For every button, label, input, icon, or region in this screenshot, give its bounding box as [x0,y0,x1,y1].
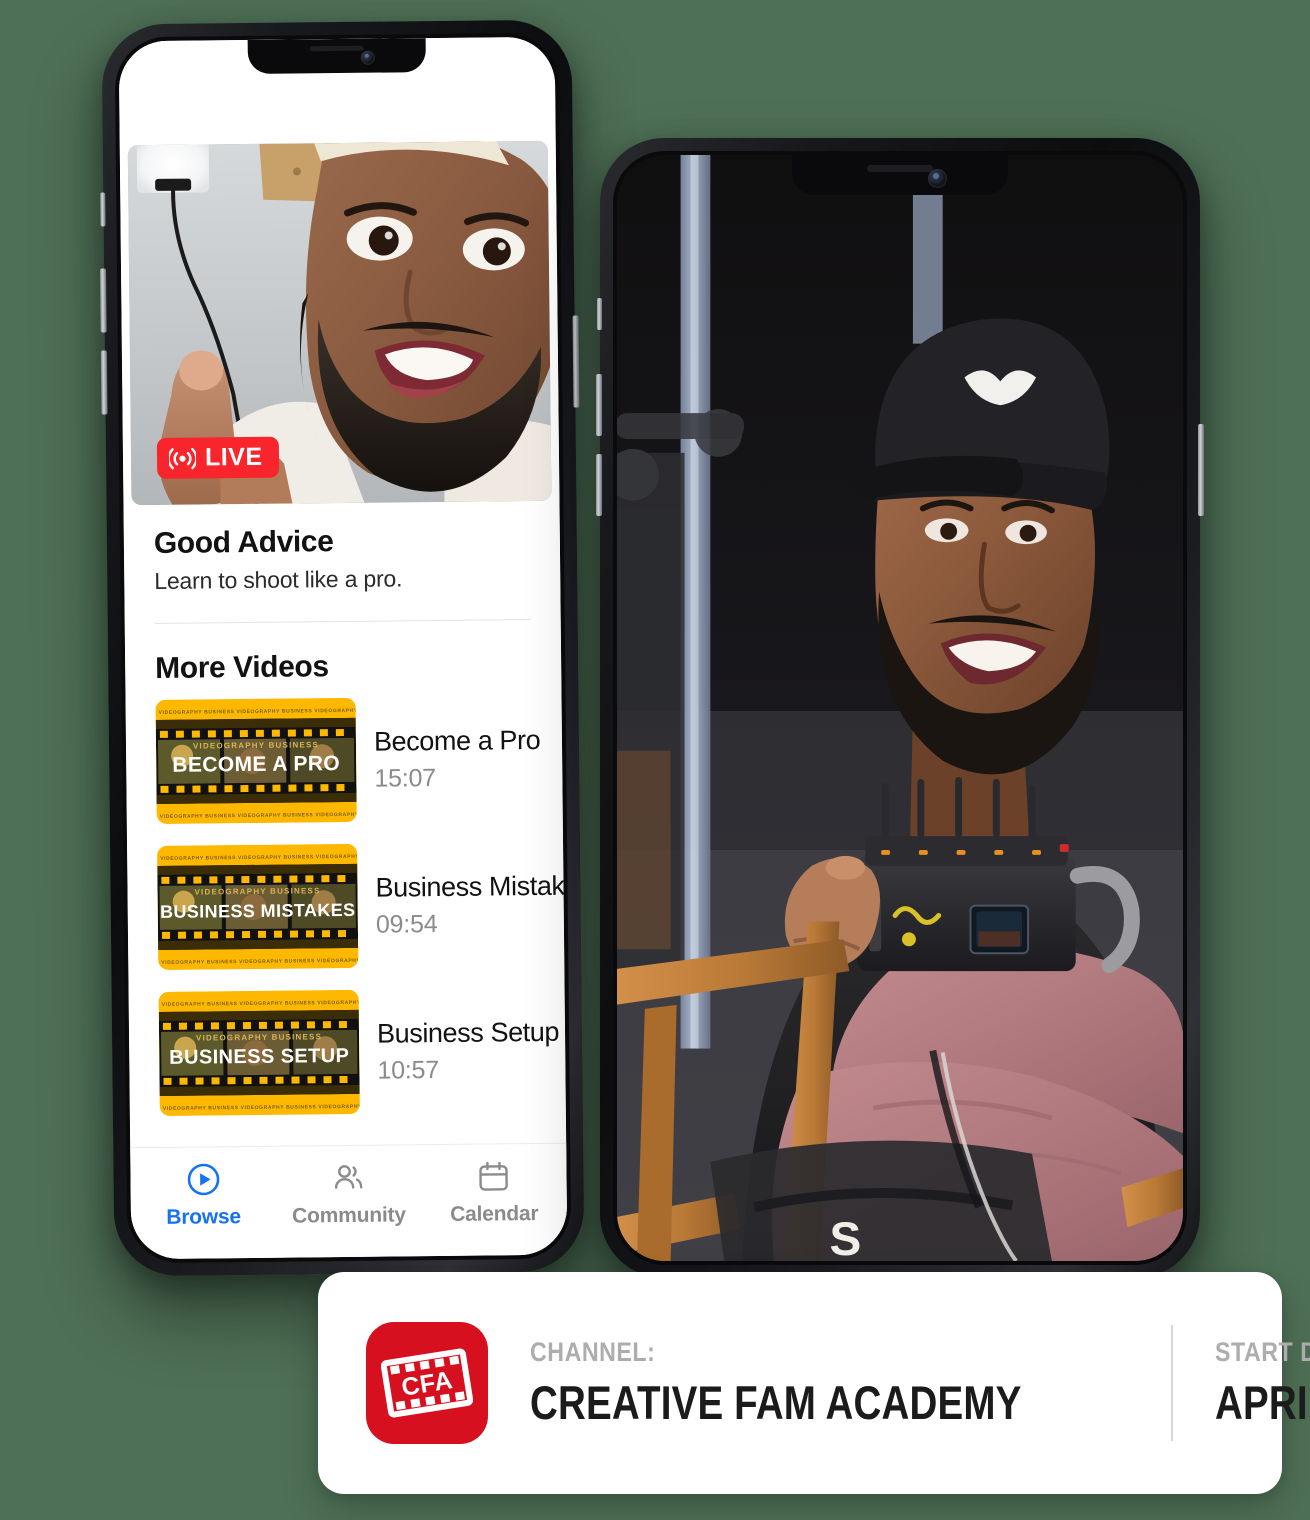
channel-info-card: CFA CHANNEL: CREATIVE FAM ACADEMY START … [318,1272,1310,1494]
fullscreen-video-photo[interactable]: S [617,155,1183,1261]
list-item[interactable]: VIDEOGRAPHY BUSINESS VIDEOGRAPHY BUSINES… [155,696,563,824]
thumb-1-title: BECOME A PRO [172,752,340,777]
list-item[interactable]: VIDEOGRAPHY BUSINESS VIDEOGRAPHY BUSINES… [157,842,568,970]
phone-notch-front [792,155,1008,195]
people-icon [334,1165,363,1189]
more-videos-heading: More Videos [155,650,329,685]
svg-text:VIDEOGRAPHY BUSINESS: VIDEOGRAPHY BUSINESS [196,1032,322,1042]
power-button[interactable] [572,315,580,408]
video-thumbnail[interactable]: VIDEOGRAPHY BUSINESS VIDEOGRAPHY BUSINES… [157,843,359,970]
svg-text:VIDEOGRAPHY BUSINESS: VIDEOGRAPHY BUSINESS [194,886,320,896]
phone-mockup-front: S [596,138,1204,1278]
volume-down-button[interactable] [596,454,602,516]
list-item-title: Become a Pro [373,724,541,757]
film-strip-thumbnail-3: VIDEOGRAPHY BUSINESS VIDEOGRAPHY BUSINES… [158,989,360,1116]
earpiece-speaker-icon [309,45,364,52]
volume-up-button[interactable] [100,268,107,333]
cfa-film-icon: CFA [381,1348,473,1418]
phone-mockup-back: LIVE Good Advice Learn to shoot like a p… [100,19,585,1277]
volume-down-button[interactable] [100,350,108,415]
list-item-title: Business Mistakes [375,869,568,903]
phone-notch-back [247,38,426,74]
thumb-3-title: BUSINESS SETUP [169,1045,349,1069]
channel-field: CHANNEL: CREATIVE FAM ACADEMY [530,1337,1129,1430]
phone-bezel-back: LIVE Good Advice Learn to shoot like a p… [114,32,572,1264]
mute-switch[interactable] [597,298,602,330]
tab-calendar[interactable]: Calendar [421,1158,567,1228]
list-item-duration: 10:57 [377,1055,440,1085]
broadcast-icon [168,447,197,469]
bottom-tab-bar: Browse Community Calendar [130,1142,568,1260]
front-camera-icon [360,50,375,65]
phone-bezel-front: S [613,151,1187,1265]
start-date-label: START DATE: [1215,1336,1310,1367]
list-item-meta: Become a Pro 15:07 [374,724,541,793]
phone-screen-front: S [617,155,1183,1261]
app-browse-screen: LIVE Good Advice Learn to shoot like a p… [118,36,568,1260]
cfa-app-icon: CFA [366,1322,488,1444]
list-item-title: Business Setup [376,1016,560,1049]
film-strip-thumbnail-2: VIDEOGRAPHY BUSINESS VIDEOGRAPHY BUSINES… [157,843,359,970]
start-date-value: APRIL 7, 2022 [1215,1375,1310,1429]
featured-video-title: Good Advice [153,525,334,560]
list-item-duration: 15:07 [374,763,437,793]
list-item-duration: 09:54 [375,909,438,939]
channel-value: CREATIVE FAM ACADEMY [530,1375,1022,1429]
svg-text:S: S [830,1213,864,1261]
featured-video-meta: Good Advice Learn to shoot like a pro. [123,501,560,625]
calendar-icon [479,1161,509,1191]
list-item[interactable]: VIDEOGRAPHY BUSINESS VIDEOGRAPHY BUSINES… [158,988,566,1116]
videographer-photo: S [617,155,1183,1261]
scene: LIVE Good Advice Learn to shoot like a p… [0,0,1310,1520]
tab-browse-label: Browse [166,1205,242,1229]
tab-community-label: Community [291,1203,406,1228]
volume-up-button[interactable] [596,374,602,436]
earpiece-speaker-icon [867,165,933,172]
start-date-field: START DATE: APRIL 7, 2022 [1215,1337,1310,1430]
tab-community[interactable]: Community [276,1159,422,1229]
mute-switch[interactable] [100,192,106,227]
live-badge: LIVE [156,436,279,479]
thumb-2-title: BUSINESS MISTAKES [160,900,356,922]
channel-label: CHANNEL: [530,1336,656,1367]
power-button[interactable] [1198,424,1204,516]
tab-calendar-label: Calendar [450,1201,539,1226]
phone-screen-back: LIVE Good Advice Learn to shoot like a p… [118,36,568,1260]
svg-text:VIDEOGRAPHY BUSINESS: VIDEOGRAPHY BUSINESS [193,740,319,750]
list-item-meta: Business Mistakes 09:54 [375,869,568,939]
card-divider [1171,1325,1174,1441]
live-badge-label: LIVE [204,442,263,472]
video-thumbnail[interactable]: VIDEOGRAPHY BUSINESS VIDEOGRAPHY BUSINES… [158,989,360,1116]
video-thumbnail[interactable]: VIDEOGRAPHY BUSINESS VIDEOGRAPHY BUSINES… [155,697,357,824]
film-strip-thumbnail-1: VIDEOGRAPHY BUSINESS VIDEOGRAPHY BUSINES… [155,697,357,824]
tab-browse[interactable]: Browse [130,1161,276,1231]
featured-video-player[interactable]: LIVE [127,140,552,506]
play-circle-icon [187,1163,220,1196]
more-videos-list: VIDEOGRAPHY BUSINESS VIDEOGRAPHY BUSINES… [125,682,568,1139]
featured-video-subtitle: Learn to shoot like a pro. [154,565,403,594]
list-item-meta: Business Setup 10:57 [377,1016,560,1085]
